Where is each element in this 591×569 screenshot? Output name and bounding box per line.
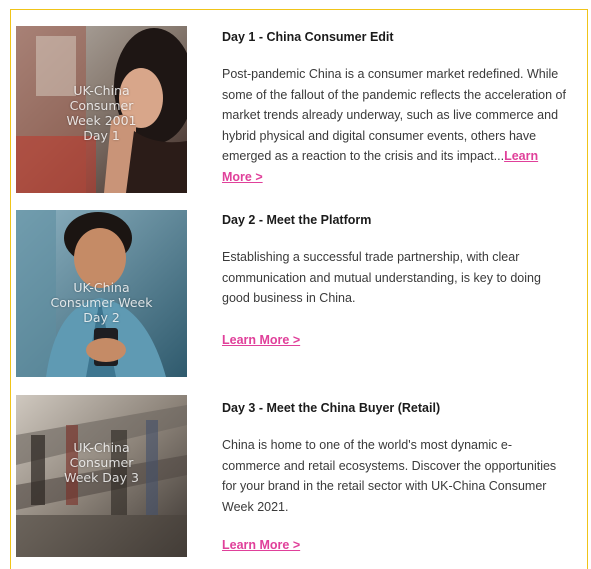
day-3-content: Day 3 - Meet the China Buyer (Retail) Ch… [222,395,567,552]
day-1-title: Day 1 - China Consumer Edit [222,30,394,44]
day-3-image[interactable]: UK-China Consumer Week Day 3 [16,395,187,557]
day-1-body: Post-pandemic China is a consumer market… [222,64,567,188]
day-1-image-caption: UK-China Consumer Week 2001 Day 1 [66,83,137,143]
day-3-body: China is home to one of the world's most… [222,438,557,514]
day-1-image[interactable]: UK-China Consumer Week 2001 Day 1 [16,26,187,193]
day-3-title: Day 3 - Meet the China Buyer (Retail) [222,401,441,415]
day-3-image-caption: UK-China Consumer Week Day 3 [64,440,139,485]
day-3-learn-more-link[interactable]: Learn More > [222,538,300,552]
day-3-link-wrap: Learn More > [222,538,300,552]
day-2-learn-more-link[interactable]: Learn More > [222,333,300,347]
day-1-content: Day 1 - China Consumer Edit Post-pandemi… [222,26,567,188]
day-2-image-caption: UK-China Consumer Week Day 2 [50,280,153,325]
day-2-title: Day 2 - Meet the Platform [222,213,372,227]
day-2-content: Day 2 - Meet the Platform Establishing a… [222,210,567,347]
day-2-image[interactable]: UK-China Consumer Week Day 2 [16,210,187,377]
day-2-body: Establishing a successful trade partners… [222,250,541,306]
day-2-link-wrap: Learn More > [222,333,300,347]
